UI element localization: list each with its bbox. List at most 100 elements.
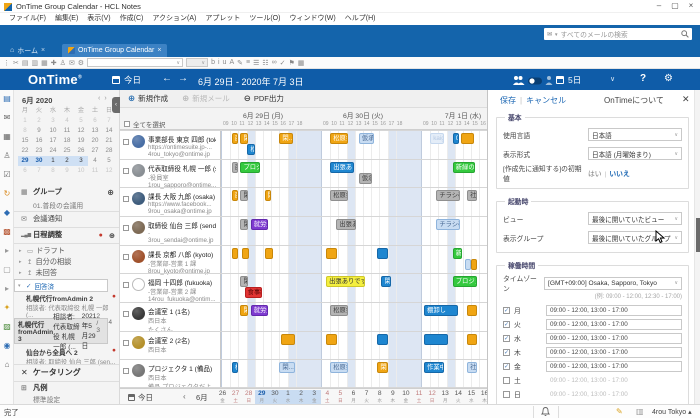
minical-day[interactable]: 25 [60, 146, 74, 156]
row-checkbox[interactable] [123, 167, 129, 174]
strip-day[interactable]: 4土 [321, 390, 334, 404]
location-user[interactable]: 4rou Tokyo ▴ [652, 408, 692, 416]
option-no[interactable]: いいえ [609, 171, 629, 178]
menu-item[interactable]: ツール(O) [249, 13, 280, 25]
menu-item[interactable]: ウィンドウ(W) [289, 13, 335, 25]
home-icon[interactable]: ⌂ [0, 360, 14, 369]
row-checkbox[interactable] [123, 368, 129, 375]
minical-day[interactable]: 27 [88, 146, 102, 156]
row-checkbox[interactable] [123, 339, 129, 346]
calendar-event[interactable]: 西 [231, 161, 238, 173]
calendar-event[interactable]: 松 [231, 362, 238, 374]
calendar-event[interactable] [326, 247, 338, 259]
toolbar-icon[interactable]: ⋮ [3, 59, 10, 67]
select-all-checkbox[interactable] [124, 121, 130, 127]
minical-day[interactable]: 9 [32, 126, 46, 136]
minical-day[interactable]: 24 [46, 146, 60, 156]
strip-day[interactable]: 1水 [282, 390, 295, 404]
minical-day[interactable]: 7 [32, 166, 46, 176]
menu-item[interactable]: 作成(C) [120, 13, 144, 25]
strip-day[interactable]: 27 土 [229, 390, 242, 404]
day-hours-input[interactable]: 09:00 - 12:00, 13:00 - 17:00 [546, 346, 682, 358]
todo-icon[interactable]: ☑ [0, 170, 14, 179]
minical-day[interactable]: 23 [32, 146, 46, 156]
minical-day[interactable]: 3 [74, 156, 88, 166]
new-entry-button[interactable]: ⊕ 新規作成 [128, 93, 168, 104]
calendar-event[interactable]: 出張ありです。 [330, 161, 354, 173]
format-icon[interactable]: ∞ [272, 59, 277, 66]
strip-day[interactable]: 2木 [295, 390, 308, 404]
minical-day[interactable]: 1 [18, 116, 32, 126]
strip-day[interactable]: 9木 [386, 390, 399, 404]
minical-day[interactable]: 4 [60, 116, 74, 126]
strip-prev-icon[interactable]: ‹ [183, 392, 186, 401]
chevron-down-icon[interactable]: ∨ [610, 75, 615, 83]
font-select[interactable]: ∨ [87, 58, 184, 67]
tab-ontime-group-calendar[interactable]: OnTime Group Calendar × [62, 44, 168, 57]
day-checkbox[interactable]: ✓ [503, 348, 510, 356]
close-icon[interactable]: × [157, 47, 161, 54]
calendar-event[interactable]: 出張ありです。 [326, 276, 366, 288]
format-icon[interactable]: b [211, 59, 215, 66]
person-row[interactable]: 事業部長 東京 四郎 (tok... https://ontimesuite.jp… [120, 130, 220, 158]
minical-day[interactable]: 7 [102, 116, 116, 126]
minical-day[interactable]: 17 [46, 136, 60, 146]
toolbar-icon[interactable]: ✚ [51, 59, 57, 67]
calendar-event[interactable]: 松原会議 [330, 190, 348, 202]
group-item[interactable]: 01.普段の会議用 [14, 200, 119, 210]
calendar-event[interactable] [467, 333, 477, 345]
bell-icon[interactable] [541, 407, 550, 417]
replication-icon[interactable]: ↻ [0, 189, 14, 198]
row-checkbox[interactable] [123, 311, 129, 318]
day-hours-input[interactable]: 09:00 - 12:00, 13:00 - 17:00 [546, 389, 682, 400]
calendar-event[interactable]: 閑.. [377, 362, 389, 374]
minical-day[interactable]: 12 [102, 166, 116, 176]
minical-day[interactable]: 29 [18, 156, 32, 166]
minical-day[interactable]: 13 [88, 126, 102, 136]
calendar-event[interactable] [424, 333, 448, 345]
gear-icon[interactable]: ⚙ [664, 73, 673, 84]
calendar-event[interactable]: 0... [452, 133, 459, 144]
minical-day[interactable]: 2 [60, 156, 74, 166]
info-icon[interactable]: ◉ [0, 341, 14, 350]
format-icon[interactable]: i [218, 59, 220, 66]
person-row[interactable]: 課長 大阪 九郎 (osaka) https://www.facebook... 9… [120, 187, 220, 215]
menu-item[interactable]: アプレット [205, 13, 240, 25]
sametime-icon[interactable]: ◆ [0, 208, 14, 217]
strip-day[interactable]: 29 月 [255, 390, 268, 404]
strip-day[interactable]: 16 木 [478, 390, 487, 404]
toolbar-icon[interactable]: ♙ [60, 59, 66, 67]
menu-item[interactable]: ヘルプ(H) [345, 13, 376, 25]
calendar-event[interactable]: 閑.. [240, 305, 248, 317]
day-hours-input[interactable]: 09:00 - 12:00, 13:00 - 17:00 [546, 304, 682, 316]
calendar-event[interactable] [460, 133, 475, 144]
minical-day[interactable]: 1 [46, 156, 60, 166]
calendar-event[interactable]: 社.. [467, 362, 477, 374]
day-checkbox[interactable]: ✓ [503, 320, 510, 328]
minical-day[interactable]: 15 [18, 136, 32, 146]
row-checkbox[interactable] [123, 282, 129, 289]
row-checkbox[interactable] [123, 225, 129, 231]
minical-nav[interactable]: ‹› [98, 95, 111, 102]
minical-day[interactable]: 20 [88, 136, 102, 146]
calendar-event[interactable]: 出張ありです。 [336, 219, 356, 230]
twistie-icon[interactable]: ▸ [19, 259, 24, 265]
calendar-event[interactable] [377, 247, 389, 259]
sidebar-section-catering[interactable]: ✕ ケータリング [14, 367, 119, 378]
scrollbar-thumb[interactable] [696, 218, 700, 252]
calendar-event[interactable]: 閑.. [240, 190, 248, 202]
row-checkbox[interactable] [123, 253, 129, 260]
calendar-event[interactable]: 作業中 [424, 362, 444, 374]
format-icon[interactable]: ✓ [280, 59, 286, 67]
search-input[interactable]: ✉ ▼ すべてのメールの検索 [544, 28, 692, 40]
minical-day[interactable]: 8 [46, 166, 60, 176]
toolbar-icon[interactable]: ✂ [13, 59, 19, 67]
add-icon[interactable]: ⊕ [107, 188, 114, 197]
person-row[interactable]: 会議室 1 (1名)西日本たくさん [120, 302, 220, 334]
strip-day[interactable]: 26 金 [216, 390, 229, 404]
minical-day[interactable]: 6 [88, 116, 102, 126]
day-hours-input[interactable]: 09:00 - 12:00, 13:00 - 17:00 [546, 360, 682, 372]
calendar-event[interactable]: 西 [231, 190, 238, 202]
prev-arrow-icon[interactable]: ← [162, 73, 172, 84]
calendar-event[interactable]: 閑.. [240, 219, 248, 230]
